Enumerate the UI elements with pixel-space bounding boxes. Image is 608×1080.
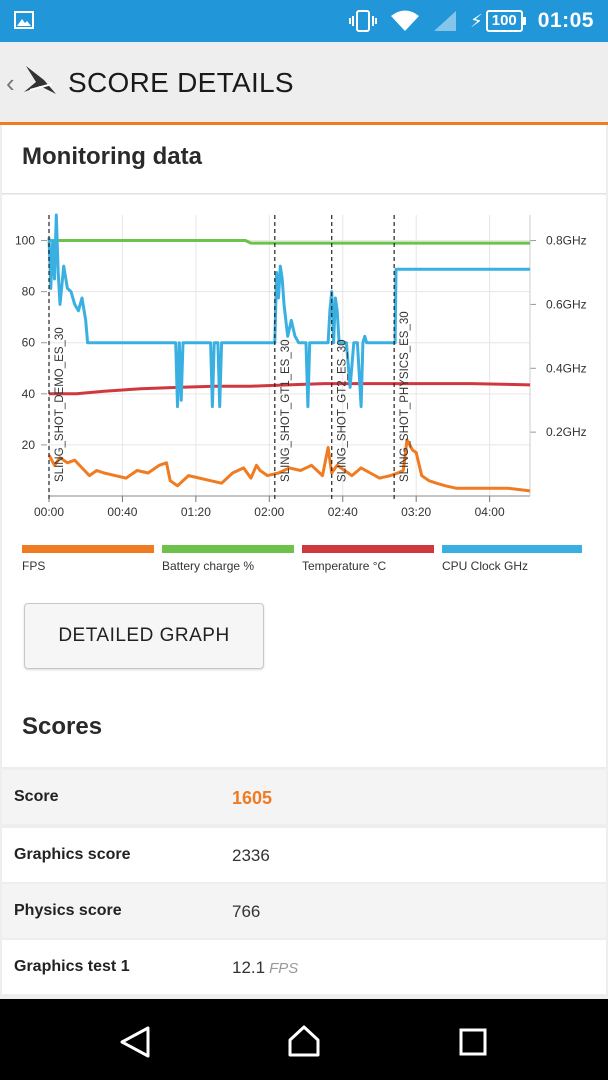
score-row-graphics[interactable]: Graphics score 2336 [2, 828, 606, 882]
graphics-test-1-unit: FPS [269, 960, 299, 977]
score-row-physics[interactable]: Physics score 766 [2, 884, 606, 938]
navigation-bar [0, 999, 608, 1080]
test-marker-label: SLING_SHOT_PHYSICS_ES_30 [399, 311, 411, 482]
action-bar: ‹ SCORE DETAILS [0, 42, 608, 125]
monitoring-header: Monitoring data [2, 125, 606, 194]
battery-level: 100 [485, 10, 523, 32]
score-row-graphics-test-1[interactable]: Graphics test 1 12.1 FPS [2, 940, 606, 994]
x-tick-label: 00:40 [107, 505, 137, 519]
test-marker-label: SLING_SHOT_GT2_ES_30 [337, 339, 349, 482]
wifi-icon [391, 10, 420, 31]
back-chevron-icon[interactable]: ‹ [6, 68, 15, 99]
scores-header: Scores [2, 685, 606, 767]
y-left-tick-label: 40 [22, 387, 36, 401]
test-marker-label: SLING_SHOT_GT1_ES_30 [280, 339, 292, 482]
graphics-test-1-value: 12.1 [232, 958, 266, 977]
legend-swatch-fps [22, 545, 154, 553]
chart-legend: FPS Battery charge % Temperature °C CPU … [22, 545, 592, 575]
charging-icon: ⚡ [470, 10, 483, 31]
x-tick-label: 03:20 [401, 505, 431, 519]
legend-swatch-temperature [302, 545, 434, 553]
graphics-test-1-label: Graphics test 1 [14, 958, 130, 975]
x-tick-label: 04:00 [475, 505, 505, 519]
legend-item-battery: Battery charge % [162, 545, 294, 573]
graphics-score-value: 2336 [232, 846, 270, 865]
legend-item-fps: FPS [22, 545, 154, 573]
x-tick-label: 00:00 [34, 505, 64, 519]
legend-item-temperature: Temperature °C [302, 545, 434, 573]
legend-label-cpu: CPU Clock GHz [442, 559, 529, 573]
score-value: 1605 [232, 788, 273, 808]
legend-label-temperature: Temperature °C [302, 559, 387, 573]
page-title: SCORE DETAILS [68, 67, 294, 98]
x-tick-label: 02:40 [328, 505, 358, 519]
signal-icon [434, 11, 457, 31]
battery-nub [522, 17, 526, 25]
x-tick-label: 01:20 [181, 505, 211, 519]
legend-swatch-battery [162, 545, 294, 553]
legend-swatch-cpu [442, 545, 582, 553]
y-left-tick-label: 100 [15, 234, 35, 248]
graphics-test-1-value-wrap: 12.1 FPS [232, 958, 298, 978]
nav-recents-icon[interactable] [458, 1027, 488, 1057]
scores-heading: Scores [22, 713, 103, 740]
nav-back-icon[interactable] [118, 1025, 152, 1059]
y-right-tick-label: 0.6GHz [546, 297, 587, 311]
battery-indicator: ⚡ 100 [470, 10, 526, 32]
y-left-tick-label: 20 [22, 438, 36, 452]
physics-score-label: Physics score [14, 902, 122, 919]
monitoring-chart-card: 100 80 60 40 20 0.8GHz 0.6GHz 0.4GHz 0.2GHz 00:00… [2, 195, 606, 725]
y-right-tick-label: 0.2GHz [546, 425, 587, 439]
score-row-score[interactable]: Score 1605 [2, 770, 606, 824]
gallery-notification-icon [14, 11, 34, 29]
y-left-tick-label: 60 [22, 336, 36, 350]
y-right-tick-label: 0.8GHz [546, 234, 587, 248]
legend-label-fps: FPS [22, 559, 46, 573]
monitoring-heading: Monitoring data [22, 143, 202, 170]
y-left-tick-label: 80 [22, 285, 36, 299]
content-scroll[interactable]: Monitoring data 100 80 60 40 20 0.8GHz 0.6GHz 0… [0, 125, 608, 999]
monitoring-chart: 100 80 60 40 20 0.8GHz 0.6GHz 0.4GHz 0.2GHz 00:00… [15, 213, 587, 519]
vibrate-icon [349, 10, 378, 32]
status-bar: ⚡ 100 01:05 [0, 0, 608, 42]
test-marker-label: SLING_SHOT_DEMO_ES_30 [54, 327, 66, 482]
detailed-graph-button[interactable]: DETAILED GRAPH [24, 603, 264, 669]
legend-item-cpu: CPU Clock GHz [442, 545, 582, 573]
y-right-tick-label: 0.4GHz [546, 361, 587, 375]
x-tick-label: 02:00 [254, 505, 284, 519]
legend-label-battery: Battery charge % [162, 559, 255, 573]
physics-score-value: 766 [232, 902, 261, 921]
nav-home-icon[interactable] [286, 1023, 322, 1059]
graphics-score-label: Graphics score [14, 846, 131, 863]
3dmark-logo-icon[interactable] [22, 62, 58, 98]
clock: 01:05 [537, 9, 594, 32]
score-label: Score [14, 788, 59, 805]
